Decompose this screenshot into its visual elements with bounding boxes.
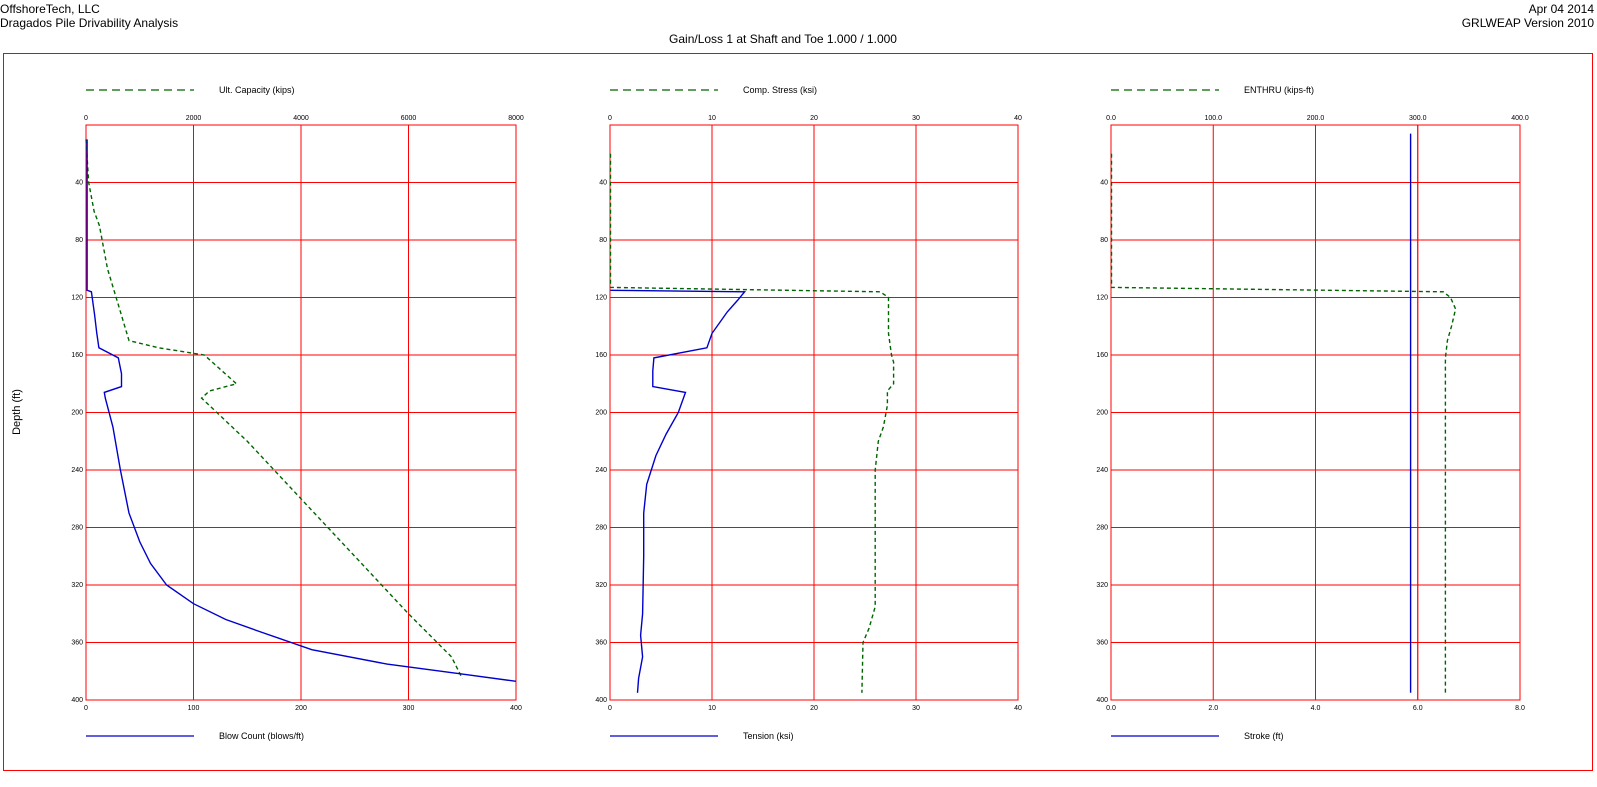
top-tick-label: 400.0 — [1511, 115, 1529, 122]
top-tick-label: 4000 — [293, 115, 309, 122]
y-tick-label: 320 — [1096, 582, 1108, 589]
top-tick-label: 0 — [608, 115, 612, 122]
top-tick-label: 100.0 — [1204, 115, 1222, 122]
series-line-top — [85, 139, 463, 679]
y-tick-label: 320 — [595, 582, 607, 589]
bottom-tick-label: 0.0 — [1106, 705, 1116, 712]
bottom-tick-label: 0 — [84, 705, 88, 712]
y-tick-label: 40 — [75, 180, 83, 187]
y-tick-label: 80 — [599, 237, 607, 244]
top-tick-label: 40 — [1014, 115, 1022, 122]
y-tick-label: 240 — [1096, 467, 1108, 474]
y-tick-label: 160 — [595, 352, 607, 359]
y-tick-label: 160 — [1096, 352, 1108, 359]
bottom-tick-label: 2.0 — [1208, 705, 1218, 712]
y-tick-label: 40 — [599, 180, 607, 187]
y-tick-label: 360 — [71, 640, 83, 647]
y-tick-label: 200 — [1096, 410, 1108, 417]
bottom-tick-label: 4.0 — [1311, 705, 1321, 712]
legend-label-top: ENTHRU (kips-ft) — [1244, 85, 1314, 95]
top-tick-label: 2000 — [186, 115, 202, 122]
bottom-tick-label: 30 — [912, 705, 920, 712]
bottom-tick-label: 8.0 — [1515, 705, 1525, 712]
y-tick-label: 400 — [595, 697, 607, 704]
bottom-tick-label: 0 — [608, 705, 612, 712]
top-tick-label: 200.0 — [1307, 115, 1325, 122]
y-tick-label: 280 — [595, 525, 607, 532]
bottom-tick-label: 400 — [510, 705, 522, 712]
y-tick-label: 360 — [1096, 640, 1108, 647]
charts-canvas: Depth (ft) 40801201602002402803203604000… — [11, 85, 1529, 741]
y-tick-label: 400 — [71, 697, 83, 704]
series-line-bottom — [86, 139, 517, 682]
series-line-bottom — [610, 289, 747, 693]
top-tick-label: 10 — [708, 115, 716, 122]
bottom-tick-label: 100 — [188, 705, 200, 712]
bottom-tick-label: 20 — [810, 705, 818, 712]
y-tick-label: 280 — [1096, 525, 1108, 532]
y-tick-label: 120 — [71, 295, 83, 302]
bottom-tick-label: 40 — [1014, 705, 1022, 712]
top-tick-label: 6000 — [401, 115, 417, 122]
y-tick-label: 200 — [595, 410, 607, 417]
legend-label-bottom: Tension (ksi) — [743, 731, 794, 741]
legend-label-top: Ult. Capacity (kips) — [219, 85, 295, 95]
top-tick-label: 0 — [84, 115, 88, 122]
top-tick-label: 20 — [810, 115, 818, 122]
y-tick-label: 80 — [75, 237, 83, 244]
y-tick-label: 240 — [595, 467, 607, 474]
y-tick-label: 240 — [71, 467, 83, 474]
y-tick-label: 400 — [1096, 697, 1108, 704]
legend-label-top: Comp. Stress (ksi) — [743, 85, 817, 95]
top-tick-label: 300.0 — [1409, 115, 1427, 122]
y-tick-label: 80 — [1100, 237, 1108, 244]
bottom-tick-label: 300 — [403, 705, 415, 712]
top-tick-label: 30 — [912, 115, 920, 122]
legend-label-bottom: Stroke (ft) — [1244, 731, 1284, 741]
legend-label-bottom: Blow Count (blows/ft) — [219, 731, 304, 741]
y-tick-label: 40 — [1100, 180, 1108, 187]
y-tick-label: 360 — [595, 640, 607, 647]
y-tick-label: 160 — [71, 352, 83, 359]
y-tick-label: 120 — [595, 295, 607, 302]
top-tick-label: 0.0 — [1106, 115, 1116, 122]
top-tick-label: 8000 — [508, 115, 524, 122]
series-line-top — [609, 153, 895, 693]
series-line-top — [1110, 153, 1457, 693]
bottom-tick-label: 200 — [295, 705, 307, 712]
y-axis-label: Depth (ft) — [11, 389, 23, 435]
y-tick-label: 320 — [71, 582, 83, 589]
y-tick-label: 200 — [71, 410, 83, 417]
bottom-tick-label: 10 — [708, 705, 716, 712]
bottom-tick-label: 6.0 — [1413, 705, 1423, 712]
y-tick-label: 280 — [71, 525, 83, 532]
y-tick-label: 120 — [1096, 295, 1108, 302]
